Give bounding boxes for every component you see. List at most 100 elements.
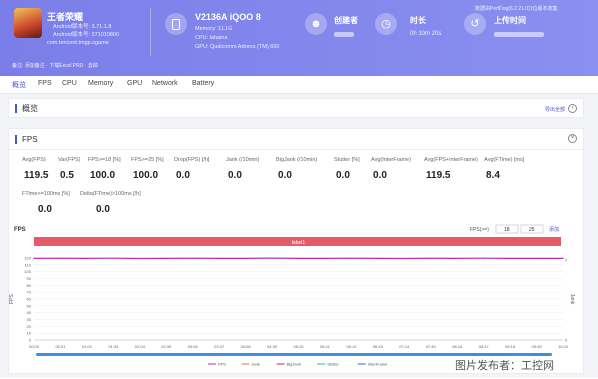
metric-value: 0.0	[38, 204, 52, 215]
x-tick-label: 09:49	[532, 344, 543, 349]
x-tick-label: 08:47	[479, 344, 490, 349]
x-tick-label: 07:14	[399, 344, 410, 349]
x-tick-label: 03:06	[188, 344, 199, 349]
fps-data-point	[430, 258, 431, 259]
fps-title: FPS	[15, 135, 38, 144]
label-bar-text: label1	[292, 240, 306, 246]
metric-value: 0.0	[278, 170, 292, 181]
fps-chart-panel: FPSFPS(>=)1825添加label1010203040506070809…	[8, 222, 578, 374]
metric-label: Avg(FPS+InterFrame)	[424, 157, 478, 163]
x-tick-label: 05:10	[293, 344, 304, 349]
phone-icon	[165, 13, 187, 35]
y-tick-label: 30	[27, 317, 32, 322]
fps-data-point	[219, 258, 220, 259]
metric-value: 119.5	[426, 170, 450, 181]
x-tick-label: 06:12	[346, 344, 357, 349]
app-icon	[14, 8, 42, 38]
app-build: Android版本号: 371010800	[53, 30, 119, 38]
y-tick-label: 40	[27, 310, 32, 315]
tab-fps[interactable]: FPS	[38, 80, 52, 87]
metric-value: 119.5	[24, 170, 48, 181]
fps-threshold-input-1-value: 18	[504, 227, 510, 233]
app-package: com.tencent.tmgp.sgame	[47, 40, 109, 46]
app-version: Android版本号: 3.71.1.8	[53, 22, 111, 30]
y-right-tick-label: 1	[565, 257, 568, 262]
watermark: 图片发布者：工控网	[455, 357, 554, 373]
fps-data-point	[271, 258, 272, 259]
fps-threshold-label: FPS(>=)	[470, 227, 489, 233]
y-tick-label: 100	[24, 269, 31, 274]
fps-data-point	[483, 258, 484, 259]
fps-threshold-input-2-value: 25	[529, 227, 535, 233]
x-tick-label: 02:04	[135, 344, 146, 349]
x-tick-label: 02:35	[161, 344, 172, 349]
collapse-icon[interactable]: ‹	[568, 104, 577, 113]
fps-data-point	[298, 258, 299, 259]
x-tick-label: 10:20	[558, 344, 569, 349]
duration-label: 时长	[410, 15, 426, 26]
x-tick-label: 04:39	[267, 344, 278, 349]
metric-label: FTime>=100ms [%]	[22, 191, 70, 197]
metric-label: Avg(InterFrame)	[371, 157, 411, 163]
x-tick-label: 09:18	[505, 344, 516, 349]
export-all-link[interactable]: 导出全部	[545, 106, 565, 113]
y-tick-label: 80	[27, 283, 32, 288]
legend-label: InterFrame	[368, 362, 388, 367]
y-axis-label: FPS	[9, 293, 15, 303]
notes-row[interactable]: 备注: 添加备注 · 下载Excel PRD · 去掉	[12, 62, 98, 69]
section-divider	[9, 149, 585, 150]
metric-label: Var(FPS)	[58, 157, 81, 163]
fps-data-point	[86, 258, 87, 259]
add-threshold-link: 添加	[549, 226, 559, 233]
notes-label: 备注	[12, 63, 22, 69]
upload-label: 上传时间	[494, 15, 526, 26]
y-tick-label: 70	[27, 290, 32, 295]
notes-text[interactable]: 添加备注 · 下载Excel PRD · 去掉	[25, 63, 98, 69]
metric-label: FPS>=25 [%]	[131, 157, 164, 163]
overview-title: 概览	[15, 104, 38, 113]
y-tick-label: 10	[27, 331, 32, 336]
metric-label: Avg(FPS)	[22, 157, 46, 163]
chart-title: FPS	[14, 227, 26, 233]
timeline-scrollbar[interactable]	[36, 353, 552, 356]
clock-icon: ◷	[375, 13, 397, 35]
fps-data-point	[113, 258, 114, 259]
user-icon: ☻	[305, 13, 327, 35]
creator-value-redacted	[334, 32, 354, 37]
metric-value: 100.0	[133, 170, 158, 181]
x-tick-label: 08:16	[452, 344, 463, 349]
fps-data-point	[562, 258, 563, 259]
tab-memory[interactable]: Memory	[88, 80, 113, 87]
legend-label: BigJank	[287, 362, 301, 367]
report-header: 王者荣耀 Android版本号: 3.71.1.8 Android版本号: 37…	[0, 0, 598, 76]
y-tick-label: 0	[29, 338, 32, 343]
tab-bar: 概览 FPS CPU Memory GPU Network Battery	[0, 76, 598, 94]
collector-note: 数据由PerfDog(6.2.21.0)1位版本收集	[475, 5, 558, 12]
metric-label: BigJank (/10min)	[276, 157, 317, 163]
metric-value: 0.0	[176, 170, 190, 181]
tab-network[interactable]: Network	[152, 80, 178, 87]
tab-overview[interactable]: 概览	[12, 80, 26, 90]
y-right-axis-label: Jank	[569, 294, 575, 305]
fps-data-point	[60, 258, 61, 259]
x-tick-label: 00:31	[55, 344, 66, 349]
x-tick-label: 06:43	[373, 344, 384, 349]
fps-data-point	[536, 258, 537, 259]
metric-label: Delta(FTime)>100ms [/h]	[80, 191, 141, 197]
tab-battery[interactable]: Battery	[192, 80, 214, 87]
x-tick-label: 00:00	[29, 344, 40, 349]
metric-label: Jank (/10min)	[226, 157, 259, 163]
legend-label: Jank	[251, 362, 259, 367]
expand-icon[interactable]: ˅	[568, 134, 577, 143]
tab-gpu[interactable]: GPU	[127, 80, 142, 87]
fps-data-point	[351, 258, 352, 259]
fps-data-point	[245, 258, 246, 259]
metric-value: 0.0	[96, 204, 110, 215]
device-cpu: CPU: lahaina	[195, 35, 227, 41]
header-divider	[150, 8, 151, 56]
tab-cpu[interactable]: CPU	[62, 80, 77, 87]
metric-label: Avg(FTime) [ms]	[484, 157, 524, 163]
fps-chart[interactable]: FPSFPS(>=)1825添加label1010203040506070809…	[8, 222, 578, 374]
fps-data-point	[457, 258, 458, 259]
x-tick-label: 04:08	[241, 344, 252, 349]
